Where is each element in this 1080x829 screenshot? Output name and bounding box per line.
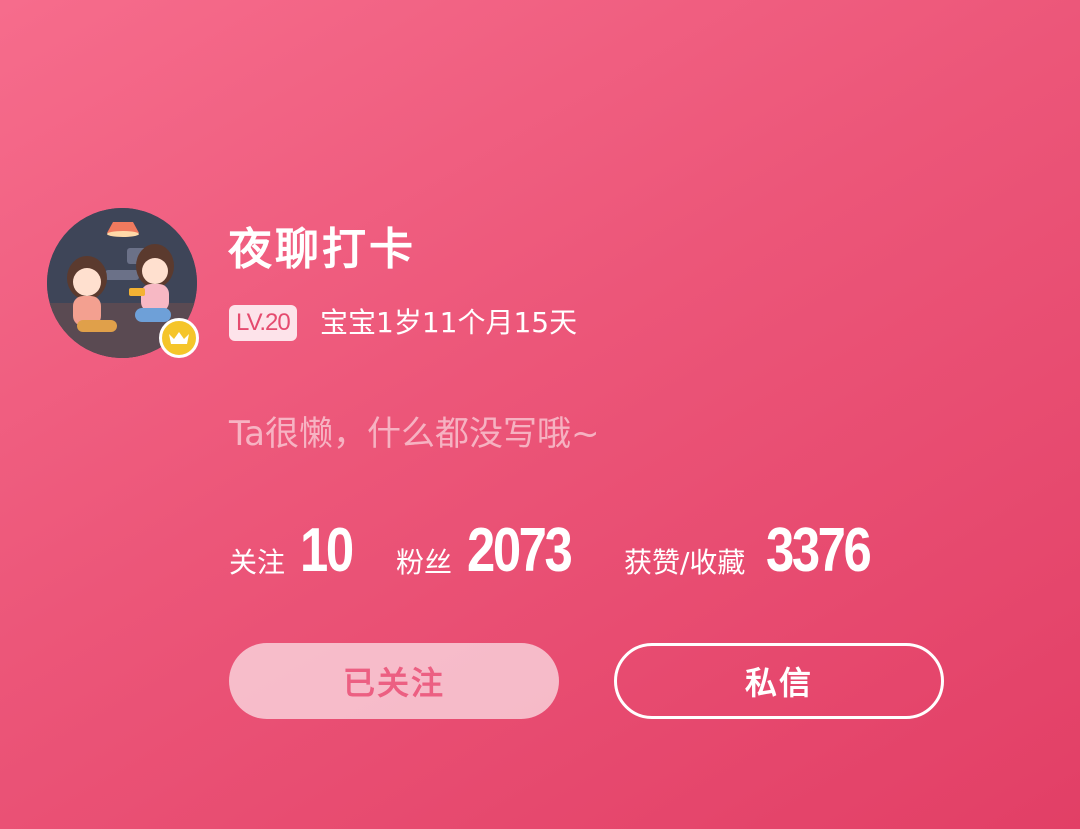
profile-name: 夜聊打卡 — [228, 224, 416, 275]
likes-favorites-count[interactable]: 3376 — [766, 516, 872, 586]
fans-label[interactable]: 粉丝 — [396, 546, 452, 580]
likes-favorites-label[interactable]: 获赞/收藏 — [624, 546, 745, 580]
profile-bio: Ta很懒，什么都没写哦~ — [229, 414, 600, 454]
following-label[interactable]: 关注 — [229, 546, 285, 580]
following-count[interactable]: 10 — [300, 516, 354, 586]
level-badge: LV.20 — [229, 305, 297, 341]
vip-crown-badge — [159, 318, 199, 358]
baby-age-text: 宝宝1岁11个月15天 — [320, 306, 578, 339]
followed-button-label: 已关注 — [342, 664, 445, 702]
message-button[interactable]: 私信 — [614, 643, 944, 719]
crown-icon — [169, 332, 189, 344]
fans-count[interactable]: 2073 — [467, 516, 573, 586]
followed-button[interactable]: 已关注 — [229, 643, 559, 719]
message-button-label: 私信 — [744, 664, 813, 702]
